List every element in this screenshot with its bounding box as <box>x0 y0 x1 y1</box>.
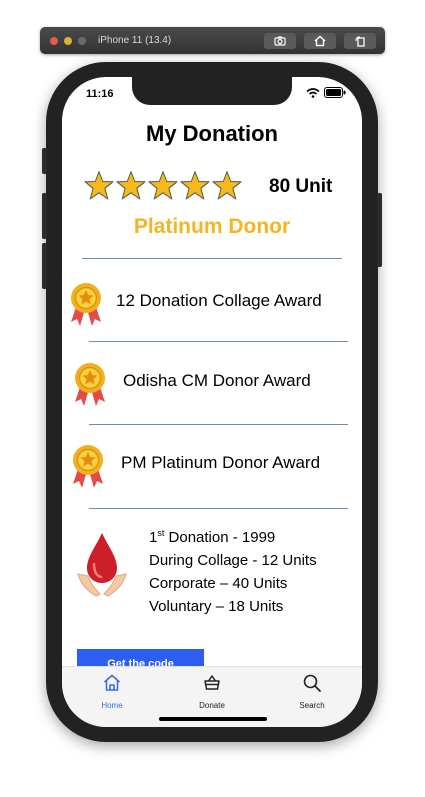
divider <box>89 424 348 425</box>
award-label: PM Platinum Donor Award <box>121 453 321 472</box>
home-icon <box>103 674 121 691</box>
app-screen: 11:16 My Donation 80 Unit Platinum Donor… <box>62 77 362 727</box>
screenshot-button[interactable] <box>264 33 296 49</box>
award-medal-icon <box>73 445 103 488</box>
stat-corporate: Corporate – 40 Units <box>149 575 288 592</box>
divider <box>89 341 348 342</box>
battery-icon <box>324 87 346 98</box>
volume-down-button <box>42 243 47 289</box>
zoom-window-button[interactable] <box>78 37 86 45</box>
tab-donate[interactable]: Donate <box>182 673 242 713</box>
home-indicator <box>159 717 267 721</box>
simulator-title-bar: iPhone 11 (13.4) <box>40 27 385 54</box>
page-title: My Donation <box>146 121 278 146</box>
star-icon <box>180 171 210 200</box>
stat-voluntary: Voluntary – 18 Units <box>149 598 284 615</box>
star-icon <box>212 171 242 200</box>
home-hardware-button[interactable] <box>304 33 336 49</box>
rating-stars <box>84 170 242 202</box>
blood-drop-hands-icon <box>77 533 127 597</box>
tab-label: Search <box>299 701 325 710</box>
award-label: 12 Donation Collage Award <box>116 291 322 310</box>
tab-label: Home <box>101 701 123 710</box>
donor-level: Platinum Donor <box>133 215 291 238</box>
wifi-icon <box>306 87 320 98</box>
tab-label: Donate <box>199 701 225 710</box>
close-window-button[interactable] <box>50 37 58 45</box>
award-label: Odisha CM Donor Award <box>123 371 311 390</box>
star-icon <box>148 171 178 200</box>
simulator-title: iPhone 11 (13.4) <box>98 35 172 46</box>
notch <box>132 77 292 105</box>
divider <box>89 508 348 509</box>
stat-college: During Collage - 12 Units <box>149 552 317 569</box>
search-icon <box>303 674 321 692</box>
star-icon <box>116 171 146 200</box>
stat-first-donation: 1st Donation - 1999 <box>149 528 276 546</box>
award-medal-icon <box>71 283 101 326</box>
power-button <box>377 193 382 267</box>
award-medal-icon <box>75 363 105 406</box>
tab-search[interactable]: Search <box>282 673 342 713</box>
camera-icon <box>274 36 286 46</box>
status-time: 11:16 <box>86 88 114 100</box>
star-icon <box>84 171 114 200</box>
minimize-window-button[interactable] <box>64 37 72 45</box>
units-label: 80 Unit <box>269 176 333 197</box>
basket-icon <box>204 675 220 690</box>
mute-switch <box>42 148 47 174</box>
rotate-icon <box>355 36 365 47</box>
divider <box>82 258 342 259</box>
donation-stats: 1st Donation - 1999 During Collage - 12 … <box>149 522 317 618</box>
rotate-button[interactable] <box>344 33 376 49</box>
house-icon <box>314 35 326 47</box>
status-icons <box>306 87 346 98</box>
tab-home[interactable]: Home <box>82 673 142 713</box>
volume-up-button <box>42 193 47 239</box>
